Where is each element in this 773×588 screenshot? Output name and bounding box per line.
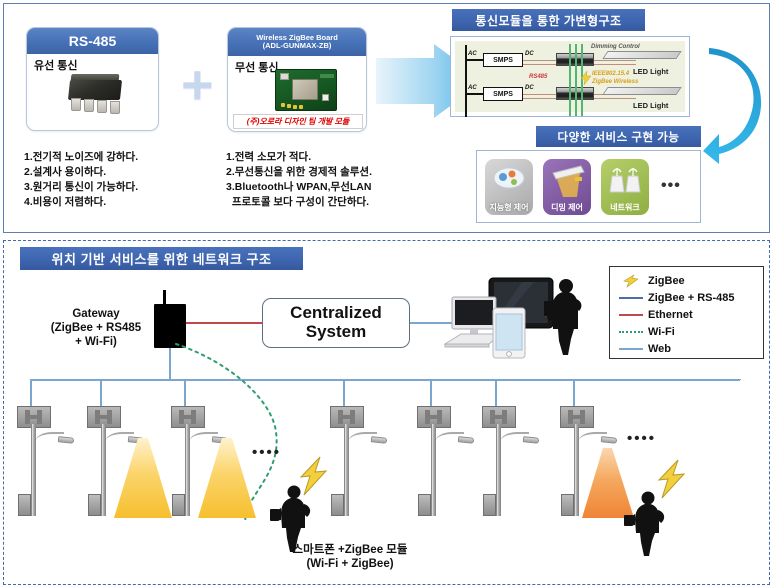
legend-item-0: ZigBee [614,272,759,289]
legend-key-web [614,347,648,350]
led-light-1 [602,51,682,59]
legend-item-3: Wi-Fi [614,323,759,340]
service-label-2: 네트워크 [610,202,640,212]
rs485-card-title: RS-485 [27,28,158,54]
smartphone-icon [492,307,526,359]
ac-label-2: AC [468,85,477,91]
bus-drop-pole-5 [495,379,497,406]
led-light-label-1: LED Light [633,67,669,76]
network-lamp-icon [609,168,641,193]
legend-key-wifi [614,330,648,333]
street-pole-5[interactable] [477,406,540,516]
services-box: 지능형 제어 디밍 제어 네트워크 ••• [476,150,701,223]
legend-label-2: Ethernet [648,308,693,321]
legend: ZigBee ZigBee + RS-485 Ethernet Wi-Fi We… [609,266,764,359]
zigbee-bullets: 1.전력 소모가 적다. 2.무선통신을 위한 경제적 솔루션. 3.Bluet… [226,151,373,208]
smps-box-1: SMPS [483,53,523,67]
gateway-label: Gateway (ZigBee + RS485 + Wi-Fi) [50,308,142,349]
ellipsis-right: •••• [627,430,657,447]
services-ellipsis: ••• [661,177,681,194]
bus-drop-pole-7 [739,379,741,380]
link-ethernet-gateway [186,322,262,324]
rs485-card: RS-485 유선 통신 [26,27,159,131]
service-label-1: 디밍 제어 [551,202,583,212]
legend-item-4: Web [614,340,759,357]
dimming-control-label: Dimming Control [591,44,640,50]
light-cone-2 [198,438,256,518]
legend-item-2: Ethernet [614,306,759,323]
diagram-root: RS-485 유선 통신 1.전기적 노이즈에 강하다. 2.설계사 용이하다.… [0,0,773,588]
bolt-icon [623,274,639,288]
service-item-2[interactable]: 네트워크 [601,159,649,215]
legend-label-1: ZigBee + RS-485 [648,291,735,304]
street-pole-4[interactable] [412,406,475,516]
bus-drop-pole-4 [430,379,432,406]
services-title: 다양한 서비스 구현 가능 [536,126,701,147]
smps-box-2: SMPS [483,87,523,101]
ellipsis-left: •••• [252,444,282,461]
led-light-label-2: LED Light [633,101,669,110]
legend-item-1: ZigBee + RS-485 [614,289,759,306]
service-label-0: 지능형 제어 [489,202,529,212]
bus-horizontal-main [30,379,740,381]
legend-label-4: Web [648,342,672,355]
led-light-2 [602,87,682,95]
rs485-bullets: 1.전기적 노이즈에 강하다. 2.설계사 용이하다. 3.원거리 통신이 가능… [24,151,139,208]
service-item-1[interactable]: 디밍 제어 [543,159,591,215]
rs485-label: RS485 [529,74,548,80]
cloud-service-icon [493,167,525,189]
plus-symbol: + [181,53,214,116]
legend-key-zigbee [614,274,648,288]
zigbee-card: Wireless ZigBee Board (ADL-GUNMAX-ZB) 무선… [227,27,367,132]
dimming-lamp-icon [552,165,585,197]
variable-structure-title: 통신모듈을 통한 가변형구조 [452,9,645,31]
zigbee-red-band: (주)오로라 디자인 팀 개발 모듈 [233,114,363,129]
street-pole-0[interactable] [12,406,75,516]
person-icon [544,279,582,355]
bus-drop-pole-6 [573,379,575,406]
dc-label-1: DC [525,51,534,57]
zigbee-card-title: Wireless ZigBee Board (ADL-GUNMAX-ZB) [228,28,366,56]
smartphone-caption: 스마트폰 +ZigBee 모듈 (Wi-Fi + ZigBee) [292,544,408,571]
network-structure-title: 위치 기반 서비스를 위한 네트워크 구조 [20,247,303,270]
bus-drop-pole-0 [30,379,32,406]
centralized-system-label: Centralized System [290,303,382,341]
rs485-card-subtitle: 유선 통신 [34,60,78,72]
bus-drop-pole-3 [343,379,345,406]
legend-key-ethernet [614,313,648,316]
bus-drop-pole-1 [100,379,102,406]
dc-label-2: DC [525,85,534,91]
variable-structure-figure: AC SMPS DC LED Light AC SMPS DC LED Ligh… [450,36,690,117]
ac-label-1: AC [468,51,477,57]
service-item-0[interactable]: 지능형 제어 [485,159,533,215]
cycle-arrow-icon [703,48,762,164]
zigbee-bolt-right-icon [657,459,686,499]
legend-label-0: ZigBee [648,274,685,287]
street-pole-3[interactable] [325,406,388,516]
dip-chip-icon [65,74,127,114]
zigbee-wireless-label: ZigBee Wireless [592,79,639,85]
legend-label-3: Wi-Fi [648,325,675,338]
zigbee-std-label: IEEE802.15.4 [592,71,630,77]
zigbee-pcb-icon [275,69,337,111]
legend-key-zigbee-rs485 [614,296,648,299]
zigbee-bolt-icon [580,71,592,85]
